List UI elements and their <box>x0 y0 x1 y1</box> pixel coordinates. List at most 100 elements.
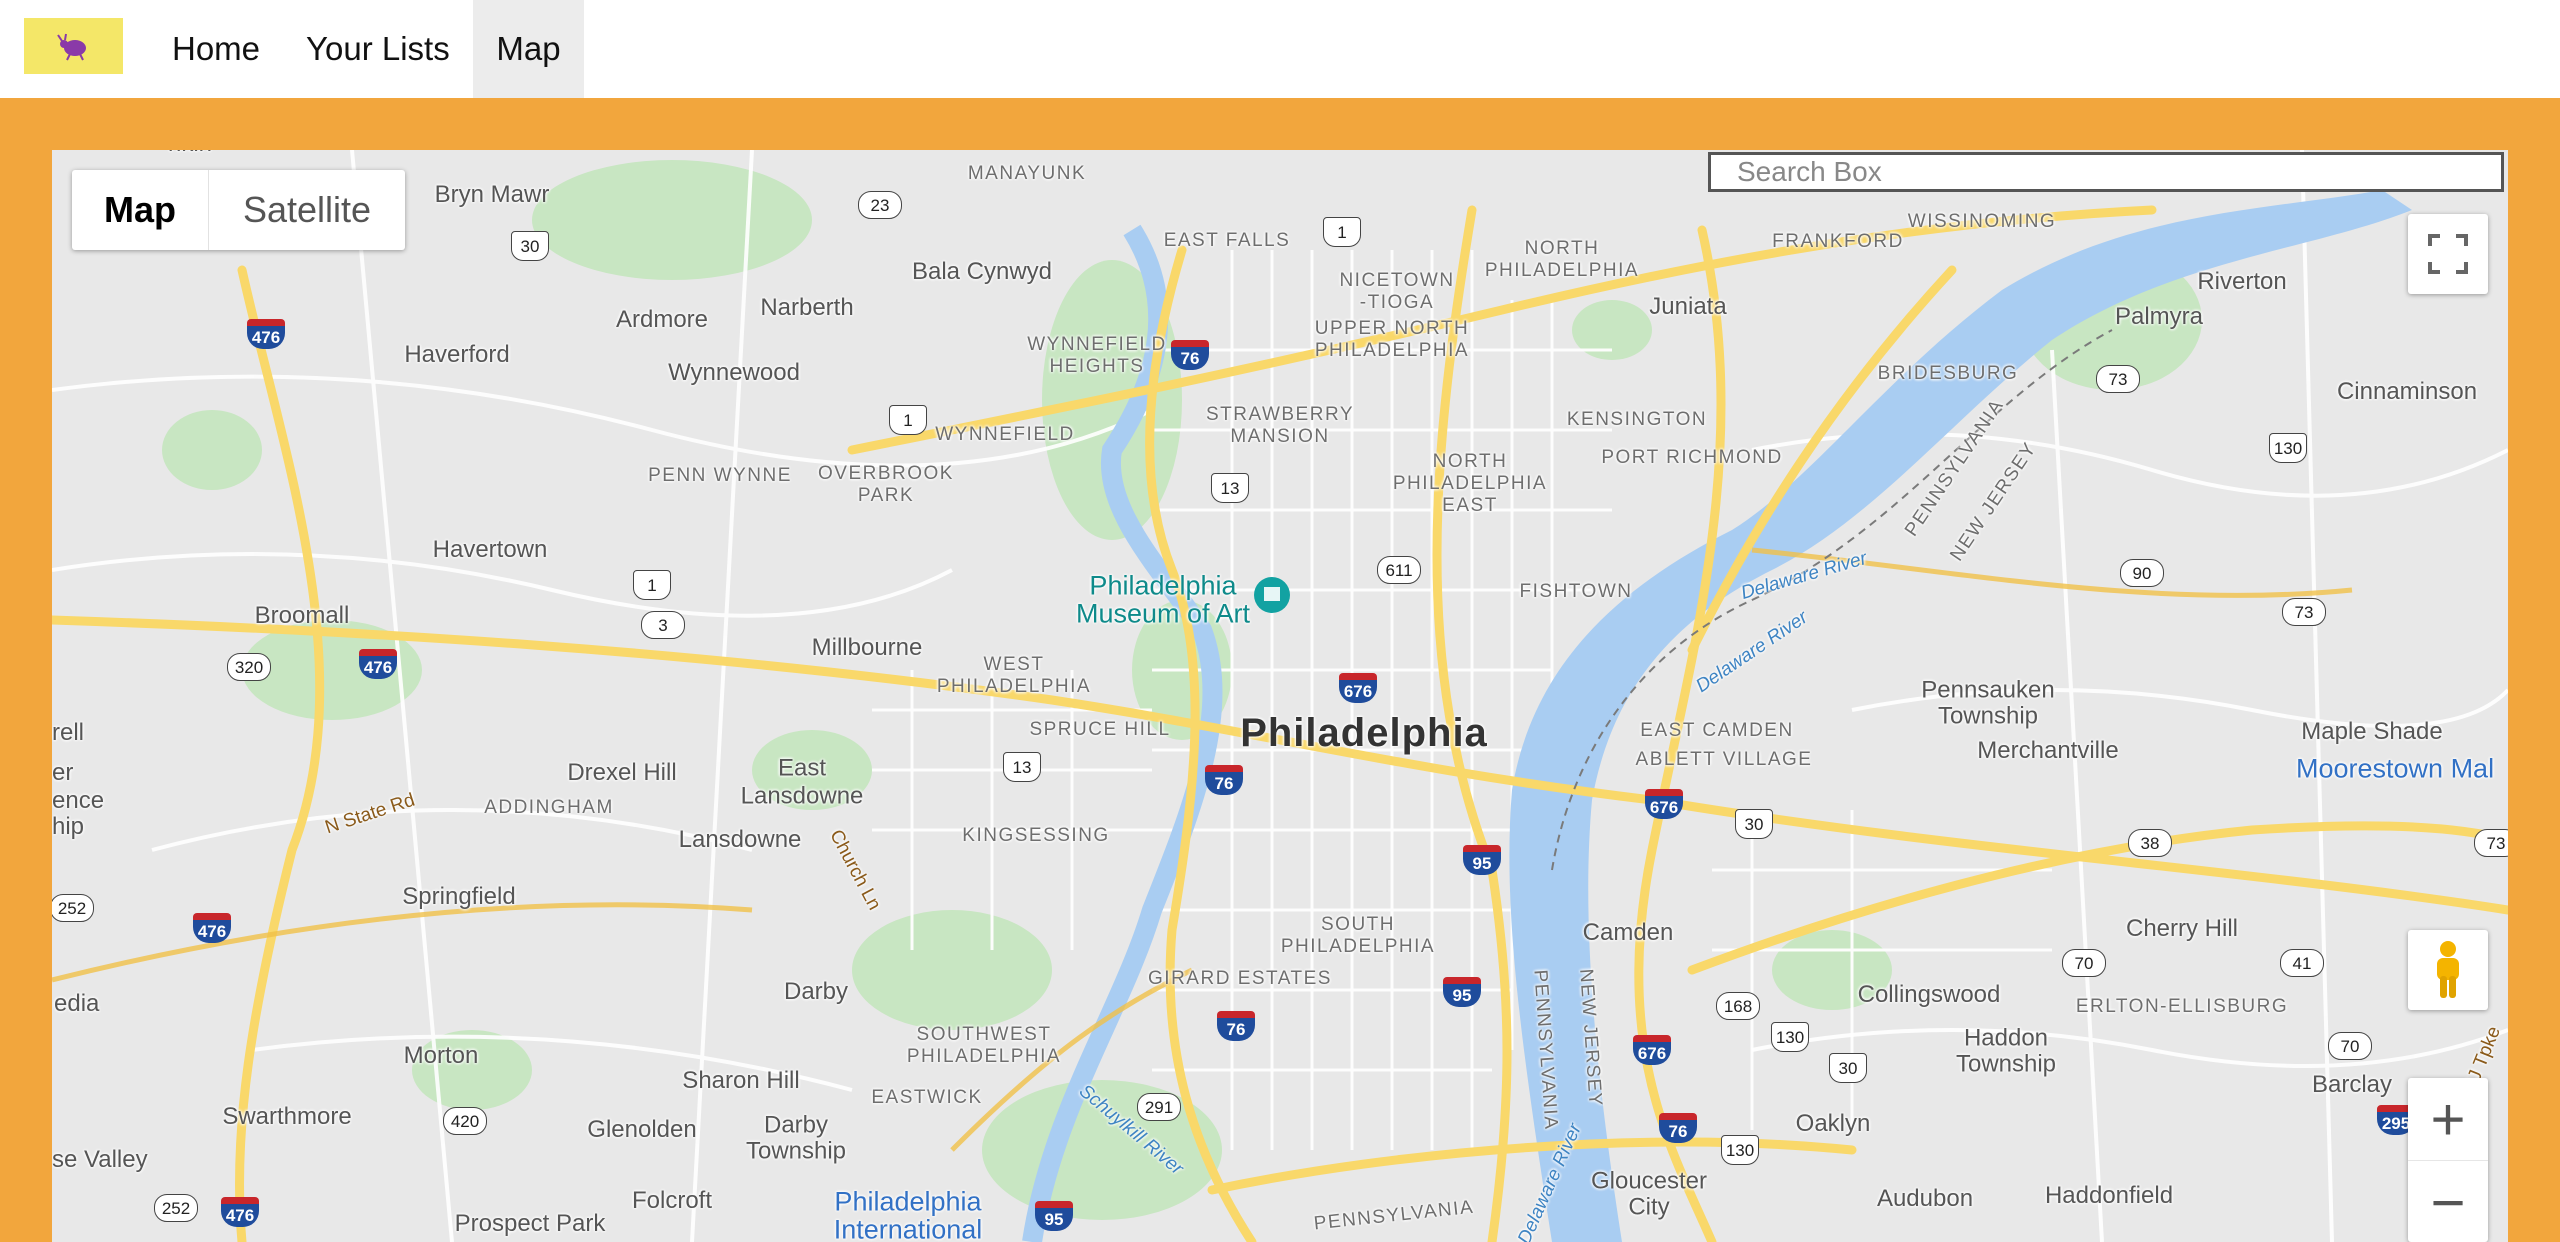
label-haddonfield: Haddonfield <box>2044 1182 2174 1209</box>
shield-nj73-3: 73 <box>2474 829 2508 857</box>
label-nicetown: NICETOWN -TIOGA <box>1339 270 1455 313</box>
label-south-philadelphia: SOUTH PHILADELPHIA <box>1280 914 1436 957</box>
shield-i76-1: 76 <box>1171 340 1209 370</box>
label-eastwick: EASTWICK <box>871 1087 983 1109</box>
label-fishtown: FISHTOWN <box>1519 581 1633 603</box>
label-folcroft: Folcroft <box>631 1187 713 1214</box>
label-lansdowne: Lansdowne <box>678 826 802 853</box>
shield-nj73-2: 73 <box>2282 598 2326 626</box>
shield-pa291: 291 <box>1137 1093 1181 1121</box>
shield-nj41: 41 <box>2280 949 2324 977</box>
zoom-in-button[interactable]: + <box>2408 1078 2488 1161</box>
label-east-falls: EAST FALLS <box>1163 230 1291 252</box>
search-input[interactable] <box>1708 152 2504 192</box>
label-prospect-park: Prospect Park <box>454 1210 606 1237</box>
label-edge-se-valley: se Valley <box>52 1146 148 1173</box>
shield-nj38: 38 <box>2128 829 2172 857</box>
nav-home[interactable]: Home <box>150 0 282 98</box>
label-haddon-township: Haddon Township <box>1955 1024 2057 1078</box>
label-darby-township: Darby Township <box>745 1111 847 1165</box>
label-haverford: Haverford <box>404 341 510 368</box>
shield-us130-1: 130 <box>2269 433 2307 463</box>
shield-nj90: 90 <box>2120 559 2164 587</box>
shield-i676-3: 676 <box>1633 1035 1671 1065</box>
shield-i476-2: 476 <box>359 649 397 679</box>
label-bala-cynwyd: Bala Cynwyd <box>911 258 1053 285</box>
label-west-philadelphia: WEST PHILADELPHIA <box>936 654 1092 697</box>
map-type-satellite-button[interactable]: Satellite <box>209 170 405 250</box>
label-edge-er: er <box>52 759 74 786</box>
label-philadelphia: Philadelphia <box>1240 711 1488 755</box>
label-havertown: Havertown <box>432 536 548 563</box>
label-erlton-ellisburg: ERLTON-ELLISBURG <box>2075 996 2289 1018</box>
shield-pa420: 420 <box>443 1107 487 1135</box>
label-girard-estates: GIRARD ESTATES <box>1148 968 1332 990</box>
label-upper-north-philadelphia: UPPER NORTH PHILADELPHIA <box>1314 318 1470 361</box>
label-edge-nkin: nkin <box>168 150 212 156</box>
shield-us13-2: 13 <box>1003 752 1041 782</box>
shield-pa252-2: 252 <box>154 1194 198 1222</box>
label-ablett-village: ABLETT VILLAGE <box>1635 749 1813 771</box>
label-wynnefield: WYNNEFIELD <box>935 424 1075 446</box>
label-morton: Morton <box>403 1042 479 1069</box>
zoom-control: + − <box>2408 1078 2488 1242</box>
label-bryn-mawr: Bryn Mawr <box>434 181 550 208</box>
top-navbar: Home Your Lists Map <box>0 0 2560 98</box>
label-riverton: Riverton <box>2197 268 2287 295</box>
shield-pa3: 3 <box>641 611 685 639</box>
shield-pa23: 23 <box>858 191 902 219</box>
pegman-icon <box>2437 941 2459 998</box>
label-narberth: Narberth <box>760 294 854 321</box>
label-glenolden: Glenolden <box>587 1116 697 1143</box>
shield-i95-3: 95 <box>1035 1201 1073 1231</box>
label-edge-edia: edia <box>54 990 100 1017</box>
label-southwest-philadelphia: SOUTHWEST PHILADELPHIA <box>906 1024 1062 1067</box>
label-millbourne: Millbourne <box>811 634 923 661</box>
shield-i76-4: 76 <box>1659 1113 1697 1143</box>
map-type-map-button[interactable]: Map <box>72 170 209 250</box>
label-overbrook-park: OVERBROOK PARK <box>818 463 954 506</box>
label-museum-of-art[interactable]: Philadelphia Museum of Art <box>1076 572 1250 629</box>
shield-us1-3: 1 <box>633 570 671 600</box>
label-moorestown-mall[interactable]: Moorestown Mal <box>2296 755 2494 783</box>
label-north-philadelphia-east: NORTH PHILADELPHIA EAST <box>1392 451 1548 516</box>
label-edge-hip: hip <box>52 813 85 840</box>
label-palmyra: Palmyra <box>2114 303 2204 330</box>
zoom-out-button[interactable]: − <box>2408 1161 2488 1242</box>
shield-i476-4: 476 <box>221 1197 259 1227</box>
label-collingswood: Collingswood <box>1857 981 2001 1008</box>
shield-us30-3: 30 <box>1829 1053 1867 1083</box>
label-edge-ence: ence <box>52 787 105 814</box>
label-philadelphia-international[interactable]: Philadelphia International <box>834 1188 983 1242</box>
label-darby: Darby <box>783 978 849 1005</box>
label-maple-shade: Maple Shade <box>2301 718 2443 745</box>
shield-pa252-1: 252 <box>52 894 94 922</box>
fullscreen-icon <box>2428 234 2468 274</box>
shield-us130-3: 130 <box>1721 1135 1759 1165</box>
label-barclay: Barclay <box>2311 1071 2393 1098</box>
label-addingham: ADDINGHAM <box>484 797 614 819</box>
label-drexel-hill: Drexel Hill <box>567 759 677 786</box>
label-pennsauken: Pennsauken Township <box>1921 676 2055 730</box>
shield-us1-1: 1 <box>1323 217 1361 247</box>
google-map[interactable]: Bryn Mawr MANAYUNK Bala Cynwyd EAST FALL… <box>52 150 2508 1242</box>
street-view-pegman[interactable] <box>2408 930 2488 1010</box>
label-manayunk: MANAYUNK <box>967 163 1087 185</box>
nav-map[interactable]: Map <box>473 0 584 98</box>
label-springfield: Springfield <box>402 883 516 910</box>
label-kingsessing: KINGSESSING <box>962 825 1110 847</box>
app-logo[interactable] <box>24 18 123 74</box>
shield-nj73-1: 73 <box>2096 365 2140 393</box>
shield-i76-3: 76 <box>1217 1011 1255 1041</box>
shield-i476-1: 476 <box>247 319 285 349</box>
fullscreen-button[interactable] <box>2408 214 2488 294</box>
label-north-philadelphia: NORTH PHILADELPHIA <box>1484 238 1640 281</box>
label-merchantville: Merchantville <box>1977 737 2119 764</box>
shield-pa611: 611 <box>1377 556 1421 584</box>
shield-i76-2: 76 <box>1205 765 1243 795</box>
label-frankford: FRANKFORD <box>1772 231 1904 253</box>
label-swarthmore: Swarthmore <box>222 1103 352 1130</box>
label-port-richmond: PORT RICHMOND <box>1601 447 1783 469</box>
nav-your-lists[interactable]: Your Lists <box>284 0 472 98</box>
shield-i476-3: 476 <box>193 913 231 943</box>
